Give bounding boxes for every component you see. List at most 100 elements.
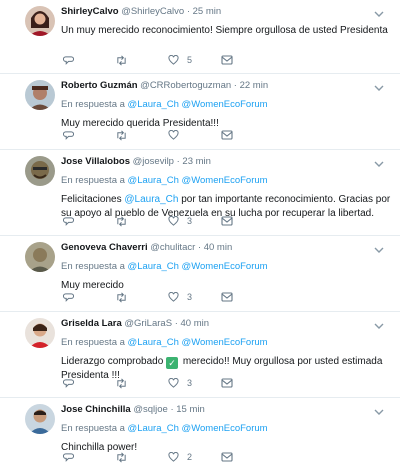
mail-icon[interactable] xyxy=(221,452,233,462)
mail-icon[interactable] xyxy=(221,292,233,302)
like-button[interactable]: 3 xyxy=(168,216,192,226)
reply-tweet[interactable]: Genoveva Chaverri @chulitacr · 40 min En… xyxy=(0,236,400,312)
tweet-header: Jose Chinchilla @sqljoe · 15 min xyxy=(61,403,392,416)
tweet-header: Roberto Guzmán @CRRobertoguzman · 22 min xyxy=(61,79,392,92)
reply-context: En respuesta a @Laura_Ch @WomenEcoForum xyxy=(61,260,392,273)
reply-tweet[interactable]: ShirleyCalvo @ShirleyCalvo · 25 min Un m… xyxy=(0,0,400,74)
reply-mentions[interactable]: @Laura_Ch @WomenEcoForum xyxy=(128,337,268,348)
like-count: 3 xyxy=(187,216,193,226)
reply-prefix: En respuesta a xyxy=(61,175,125,186)
reply-mentions[interactable]: @Laura_Ch @WomenEcoForum xyxy=(128,99,268,110)
tweet-text-body: Liderazgo comprobado xyxy=(61,356,167,367)
like-count: 3 xyxy=(187,378,193,388)
avatar[interactable] xyxy=(25,80,55,110)
reply-icon[interactable] xyxy=(63,452,74,463)
reply-prefix: En respuesta a xyxy=(61,261,125,272)
heart-icon xyxy=(168,216,179,226)
reply-tweet[interactable]: Griselda Lara @GriLaraS · 40 min En resp… xyxy=(0,312,400,398)
check-mark-emoji: ✓ xyxy=(166,357,179,369)
author-name[interactable]: Roberto Guzmán xyxy=(61,80,138,91)
like-button[interactable]: 3 xyxy=(168,292,192,302)
reply-tweet[interactable]: Roberto Guzmán @CRRobertoguzman · 22 min… xyxy=(0,74,400,150)
action-bar: 2 xyxy=(61,452,361,466)
reply-context: En respuesta a @Laura_Ch @WomenEcoForum xyxy=(61,98,392,111)
reply-tweet[interactable]: Jose Villalobos @josevilp · 23 min En re… xyxy=(0,150,400,236)
retweet-icon[interactable] xyxy=(115,452,128,463)
like-count: 2 xyxy=(187,452,193,462)
retweet-icon[interactable] xyxy=(115,130,128,141)
author-handle[interactable]: @sqljoe xyxy=(133,404,167,415)
reply-mentions[interactable]: @Laura_Ch @WomenEcoForum xyxy=(128,423,268,434)
reply-tweet[interactable]: Jose Chinchilla @sqljoe · 15 min En resp… xyxy=(0,398,400,473)
heart-icon xyxy=(168,55,179,65)
timestamp[interactable]: · 40 min xyxy=(198,242,232,253)
reply-icon[interactable] xyxy=(63,292,74,303)
author-handle[interactable]: @chulitacr xyxy=(150,242,195,253)
reply-mentions[interactable]: @Laura_Ch @WomenEcoForum xyxy=(128,175,268,186)
timestamp[interactable]: · 40 min xyxy=(175,318,209,329)
timestamp[interactable]: · 25 min xyxy=(187,6,221,17)
chevron-down-icon[interactable] xyxy=(374,10,384,18)
reply-icon[interactable] xyxy=(63,55,74,66)
heart-icon xyxy=(168,130,179,140)
timestamp[interactable]: · 23 min xyxy=(177,156,211,167)
reply-icon[interactable] xyxy=(63,216,74,227)
mail-icon[interactable] xyxy=(221,130,233,140)
text-mention[interactable]: @Laura_Ch xyxy=(124,194,178,205)
like-button[interactable]: 3 xyxy=(168,378,192,388)
reply-context: En respuesta a @Laura_Ch @WomenEcoForum xyxy=(61,422,392,435)
heart-icon xyxy=(168,452,179,462)
like-button[interactable]: 2 xyxy=(168,452,192,462)
tweet-text-body: Muy merecido xyxy=(61,280,124,291)
avatar[interactable] xyxy=(25,156,55,186)
author-name[interactable]: ShirleyCalvo xyxy=(61,6,119,17)
avatar[interactable] xyxy=(25,404,55,434)
tweet-text: Muy merecido querida Presidenta!!! xyxy=(61,117,392,131)
action-bar: 5 xyxy=(61,55,361,69)
like-button[interactable] xyxy=(168,130,179,140)
tweet-header: Genoveva Chaverri @chulitacr · 40 min xyxy=(61,241,392,254)
author-handle[interactable]: @GriLaraS xyxy=(124,318,172,329)
tweet-text: Un muy merecido reconocimiento! Siempre … xyxy=(61,24,392,38)
tweet-text-body: Muy merecido querida Presidenta!!! xyxy=(61,118,219,129)
author-name[interactable]: Griselda Lara xyxy=(61,318,122,329)
tweet-header: Griselda Lara @GriLaraS · 40 min xyxy=(61,317,392,330)
author-name[interactable]: Jose Villalobos xyxy=(61,156,130,167)
reply-feed: ShirleyCalvo @ShirleyCalvo · 25 min Un m… xyxy=(0,0,400,473)
mail-icon[interactable] xyxy=(221,55,233,65)
reply-prefix: En respuesta a xyxy=(61,99,125,110)
tweet-text-body: Felicitaciones xyxy=(61,194,125,205)
retweet-icon[interactable] xyxy=(115,292,128,303)
heart-icon xyxy=(168,378,179,388)
reply-icon[interactable] xyxy=(63,378,74,389)
avatar[interactable] xyxy=(25,242,55,272)
author-name[interactable]: Genoveva Chaverri xyxy=(61,242,148,253)
tweet-text-body: Un muy merecido reconocimiento! Siempre … xyxy=(61,25,388,36)
mail-icon[interactable] xyxy=(221,378,233,388)
timestamp[interactable]: · 22 min xyxy=(234,80,268,91)
author-name[interactable]: Jose Chinchilla xyxy=(61,404,131,415)
avatar[interactable] xyxy=(25,318,55,348)
avatar[interactable] xyxy=(25,6,55,36)
chevron-down-icon[interactable] xyxy=(374,84,384,92)
author-handle[interactable]: @ShirleyCalvo xyxy=(121,6,184,17)
retweet-icon[interactable] xyxy=(115,55,128,66)
chevron-down-icon[interactable] xyxy=(374,246,384,254)
timestamp[interactable]: · 15 min xyxy=(170,404,204,415)
retweet-icon[interactable] xyxy=(115,216,128,227)
action-bar: 3 xyxy=(61,216,361,230)
reply-mentions[interactable]: @Laura_Ch @WomenEcoForum xyxy=(128,261,268,272)
retweet-icon[interactable] xyxy=(115,378,128,389)
chevron-down-icon[interactable] xyxy=(374,160,384,168)
mail-icon[interactable] xyxy=(221,216,233,226)
reply-prefix: En respuesta a xyxy=(61,337,125,348)
author-handle[interactable]: @josevilp xyxy=(133,156,174,167)
action-bar: 3 xyxy=(61,378,361,392)
author-handle[interactable]: @CRRobertoguzman xyxy=(140,80,231,91)
chevron-down-icon[interactable] xyxy=(374,322,384,330)
reply-icon[interactable] xyxy=(63,130,74,141)
like-button[interactable]: 5 xyxy=(168,55,192,65)
reply-context: En respuesta a @Laura_Ch @WomenEcoForum xyxy=(61,174,392,187)
chevron-down-icon[interactable] xyxy=(374,408,384,416)
like-count: 3 xyxy=(187,292,193,302)
